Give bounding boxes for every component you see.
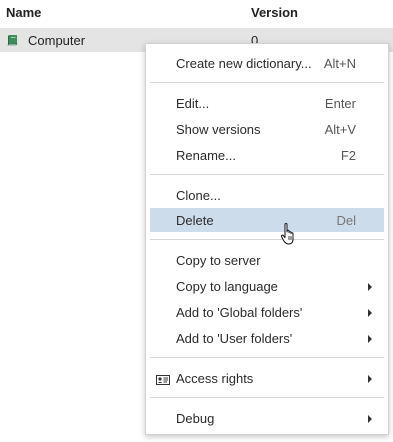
table-header: Name Version — [0, 0, 393, 26]
menu-item-label: Copy to server — [176, 253, 261, 268]
menu-item-label: Delete — [176, 213, 214, 228]
menu-item-add-to-global-folders[interactable]: Add to 'Global folders' — [150, 300, 384, 324]
menu-separator — [150, 82, 384, 83]
menu-item-shortcut: Del — [336, 213, 356, 228]
menu-item-label: Edit... — [176, 96, 210, 111]
row-name: Computer — [28, 33, 86, 48]
menu-separator — [150, 239, 384, 240]
menu-item-copy-to-language[interactable]: Copy to language — [150, 274, 384, 298]
menu-item-shortcut: Alt+N — [323, 56, 356, 71]
menu-item-shortcut: F2 — [340, 148, 356, 163]
menu-item-label: Show versions — [176, 122, 261, 137]
menu-item-label: Clone... — [176, 188, 221, 203]
menu-item-create-new-dictionary[interactable]: Create new dictionary... Alt+N — [150, 51, 384, 75]
submenu-arrow-icon — [368, 415, 372, 423]
menu-item-label: Rename... — [176, 148, 236, 163]
menu-item-show-versions[interactable]: Show versions Alt+V — [150, 117, 384, 141]
menu-item-label: Debug — [176, 411, 215, 426]
column-header-name[interactable]: Name — [6, 5, 41, 20]
menu-item-access-rights[interactable]: Access rights — [150, 366, 384, 390]
submenu-arrow-icon — [368, 283, 372, 291]
menu-item-label: Add to 'Global folders' — [176, 305, 303, 320]
column-header-version[interactable]: Version — [251, 5, 298, 20]
menu-item-label: Copy to language — [176, 279, 278, 294]
menu-item-delete[interactable]: Delete Del — [150, 208, 384, 232]
context-menu: Create new dictionary... Alt+N Edit... E… — [145, 43, 389, 435]
id-card-icon — [156, 373, 170, 385]
menu-item-add-to-user-folders[interactable]: Add to 'User folders' — [150, 326, 384, 350]
menu-item-shortcut: Enter — [324, 96, 356, 111]
submenu-arrow-icon — [368, 375, 372, 383]
menu-item-debug[interactable]: Debug — [150, 406, 384, 430]
menu-item-shortcut: Alt+V — [324, 122, 356, 137]
menu-item-label: Create new dictionary... — [176, 56, 312, 71]
submenu-arrow-icon — [368, 309, 372, 317]
menu-item-label: Access rights — [176, 371, 254, 386]
submenu-arrow-icon — [368, 335, 372, 343]
menu-item-clone[interactable]: Clone... — [150, 183, 384, 207]
menu-item-copy-to-server[interactable]: Copy to server — [150, 248, 384, 272]
menu-separator — [150, 174, 384, 175]
hand-pointer-icon — [280, 222, 298, 246]
menu-separator — [150, 357, 384, 358]
book-icon — [7, 34, 18, 46]
menu-item-label: Add to 'User folders' — [176, 331, 293, 346]
menu-separator — [150, 397, 384, 398]
menu-item-rename[interactable]: Rename... F2 — [150, 143, 384, 167]
menu-item-edit[interactable]: Edit... Enter — [150, 91, 384, 115]
